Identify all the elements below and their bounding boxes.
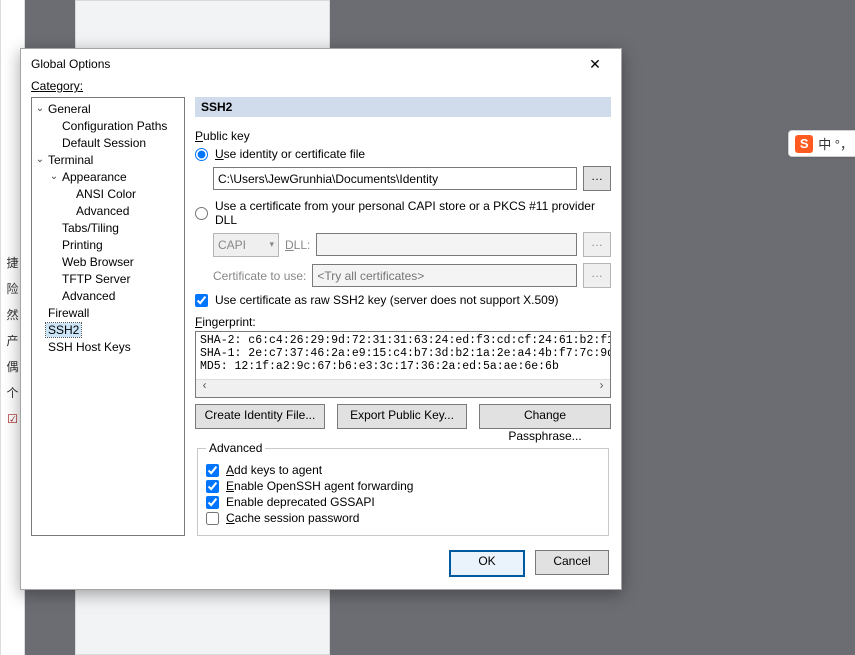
tree-item[interactable]: Advanced — [32, 202, 184, 219]
tree-item-label: Default Session — [60, 136, 148, 150]
tree-item-label: Terminal — [46, 153, 95, 167]
ime-badge-icon: S — [795, 135, 813, 153]
check-gssapi[interactable]: Enable deprecated GSSAPI — [206, 495, 600, 509]
section-heading: SSH2 — [195, 97, 611, 117]
check-gssapi-input[interactable] — [206, 496, 219, 509]
tree-item-label: Appearance — [60, 170, 129, 184]
tree-item-label: ANSI Color — [74, 187, 138, 201]
tree-arrow-icon[interactable]: ⌄ — [34, 103, 46, 114]
check-agent-forwarding[interactable]: Enable OpenSSH agent forwarding — [206, 479, 600, 493]
tree-item[interactable]: ⌄Terminal — [32, 151, 184, 168]
fingerprint-line: SHA-2: c6:c4:26:29:9d:72:31:31:63:24:ed:… — [200, 334, 606, 347]
tree-item[interactable]: Web Browser — [32, 253, 184, 270]
tree-item-label: Tabs/Tiling — [60, 221, 121, 235]
tree-item[interactable]: ⌄General — [32, 100, 184, 117]
check-agent-forwarding-input[interactable] — [206, 480, 219, 493]
scroll-right-icon[interactable]: › — [593, 380, 610, 397]
tree-arrow-icon[interactable]: ⌄ — [34, 154, 46, 165]
radio-use-capi[interactable]: Use a certificate from your personal CAP… — [195, 199, 611, 227]
tree-item[interactable]: SSH Host Keys — [32, 338, 184, 355]
radio-use-capi-input[interactable] — [195, 207, 208, 220]
dialog-titlebar: Global Options ✕ — [21, 49, 621, 79]
dll-path-input — [316, 233, 577, 256]
check-add-keys-input[interactable] — [206, 464, 219, 477]
category-label: Category: — [21, 79, 621, 97]
dialog-footer: OK Cancel — [21, 542, 621, 589]
cert-to-use-input — [312, 264, 577, 287]
tree-item-label: Firewall — [46, 306, 91, 320]
tree-item-label: SSH2 — [46, 323, 81, 337]
capi-combo: CAPI ▾ — [213, 233, 279, 257]
tree-item[interactable]: Tabs/Tiling — [32, 219, 184, 236]
tree-item-label: TFTP Server — [60, 272, 132, 286]
chevron-down-icon: ▾ — [269, 239, 278, 250]
export-public-key-button[interactable]: Export Public Key... — [337, 404, 467, 429]
dll-label: DLL: — [285, 238, 310, 252]
check-gssapi-label: Enable deprecated GSSAPI — [226, 495, 375, 509]
ok-button[interactable]: OK — [449, 550, 525, 577]
close-icon[interactable]: ✕ — [575, 53, 615, 75]
check-raw-ssh2-input[interactable] — [195, 294, 208, 307]
tree-item[interactable]: ⌄Appearance — [32, 168, 184, 185]
check-cache-password[interactable]: Cache session password — [206, 511, 600, 525]
check-add-keys-label: Add keys to agent — [226, 463, 322, 477]
global-options-dialog: Global Options ✕ Category: ⌄GeneralConfi… — [20, 48, 622, 590]
advanced-group: Advanced Add keys to agent Enable OpenSS… — [197, 441, 609, 536]
fingerprint-line: MD5: 12:1f:a2:9c:67:b6:e3:3c:17:36:2a:ed… — [200, 360, 606, 373]
tree-item-label: Printing — [60, 238, 105, 252]
tree-item[interactable]: Advanced — [32, 287, 184, 304]
ime-text: 中 °， — [818, 134, 853, 153]
browse-dll-button: … — [583, 232, 611, 257]
check-cache-password-input[interactable] — [206, 512, 219, 525]
tree-arrow-icon[interactable]: ⌄ — [48, 171, 60, 182]
identity-path-input[interactable] — [213, 167, 577, 190]
capi-combo-label: CAPI — [218, 238, 246, 252]
tree-item[interactable]: ANSI Color — [32, 185, 184, 202]
tree-item-label: General — [46, 102, 93, 116]
radio-use-capi-label: Use a certificate from your personal CAP… — [215, 199, 611, 227]
tree-item-label: Web Browser — [60, 255, 136, 269]
fingerprint-scrollbar[interactable]: ‹ › — [196, 379, 610, 397]
fingerprint-label: Fingerprint: — [195, 315, 611, 329]
fingerprint-line: SHA-1: 2e:c7:37:46:2a:e9:15:c4:b7:3d:b2:… — [200, 347, 606, 360]
tree-item-label: Configuration Paths — [60, 119, 169, 133]
radio-use-identity-input[interactable] — [195, 148, 208, 161]
dialog-title: Global Options — [31, 57, 110, 71]
category-tree[interactable]: ⌄GeneralConfiguration PathsDefault Sessi… — [31, 97, 185, 536]
check-cache-password-label: Cache session password — [226, 511, 359, 525]
content-panel: SSH2 Public key Use identity or certific… — [195, 97, 611, 536]
ime-indicator[interactable]: S 中 °， — [788, 130, 855, 157]
tree-item[interactable]: Firewall — [32, 304, 184, 321]
scroll-left-icon[interactable]: ‹ — [196, 380, 213, 397]
fingerprint-box[interactable]: SHA-2: c6:c4:26:29:9d:72:31:31:63:24:ed:… — [195, 331, 611, 398]
browse-cert-button: … — [583, 263, 611, 288]
radio-use-identity[interactable]: Use identity or certificate file — [195, 147, 611, 161]
tree-item[interactable]: Printing — [32, 236, 184, 253]
tree-item[interactable]: Configuration Paths — [32, 117, 184, 134]
tree-item[interactable]: TFTP Server — [32, 270, 184, 287]
change-passphrase-button[interactable]: Change Passphrase... — [479, 404, 611, 429]
browse-identity-button[interactable]: … — [583, 166, 611, 191]
check-raw-ssh2-label: Use certificate as raw SSH2 key (server … — [215, 293, 558, 307]
public-key-label: Public key — [195, 129, 611, 143]
check-agent-forwarding-label: Enable OpenSSH agent forwarding — [226, 479, 413, 493]
check-raw-ssh2[interactable]: Use certificate as raw SSH2 key (server … — [195, 293, 611, 307]
create-identity-button[interactable]: Create Identity File... — [195, 404, 325, 429]
tree-item-label: Advanced — [60, 289, 117, 303]
tree-item[interactable]: Default Session — [32, 134, 184, 151]
tree-item[interactable]: SSH2 — [32, 321, 184, 338]
cert-to-use-label: Certificate to use: — [213, 269, 306, 283]
check-add-keys[interactable]: Add keys to agent — [206, 463, 600, 477]
cancel-button[interactable]: Cancel — [535, 550, 609, 575]
radio-use-identity-label: Use identity or certificate file — [215, 147, 365, 161]
tree-item-label: SSH Host Keys — [46, 340, 133, 354]
tree-item-label: Advanced — [74, 204, 131, 218]
advanced-legend: Advanced — [206, 441, 265, 455]
